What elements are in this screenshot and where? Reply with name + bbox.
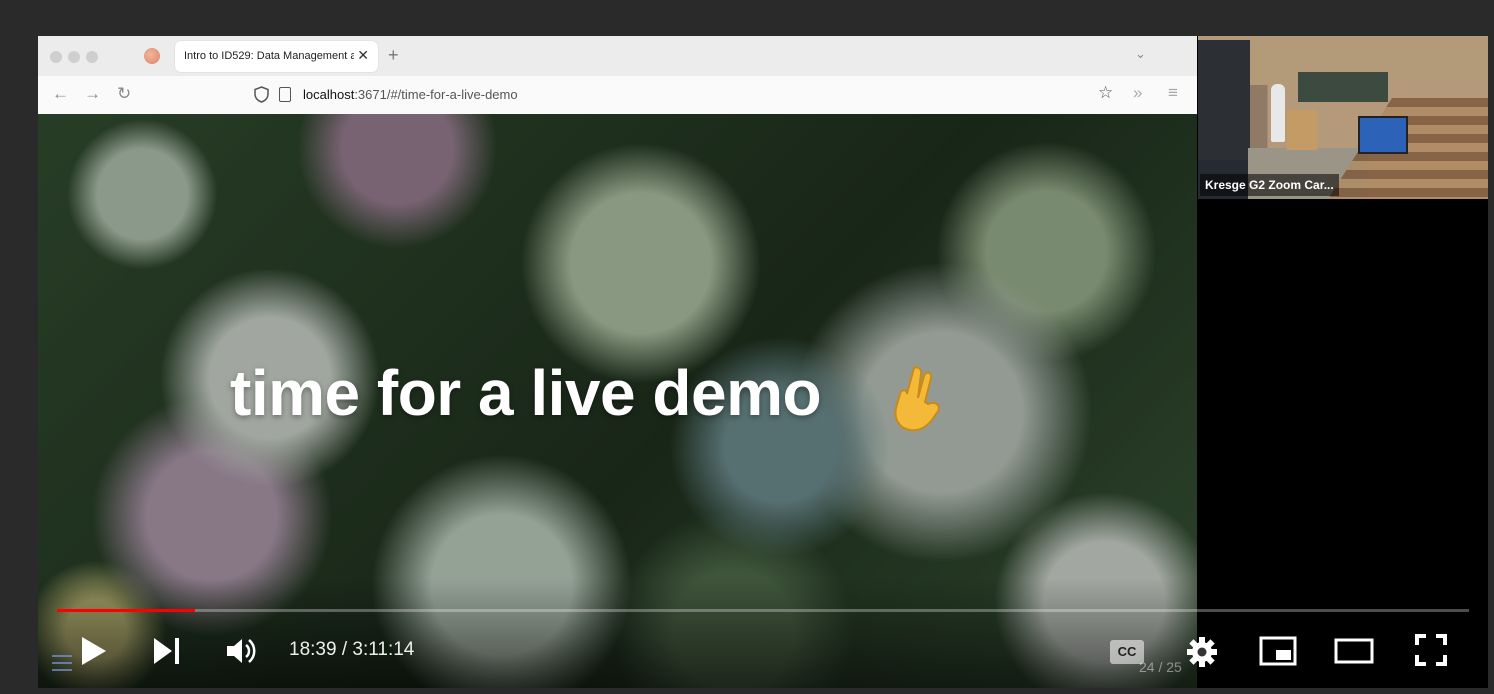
projection-screen xyxy=(1198,40,1250,160)
url-host: localhost xyxy=(303,87,355,102)
fullscreen-icon[interactable] xyxy=(1415,634,1447,671)
crossed-fingers-icon xyxy=(888,364,948,441)
tab-active[interactable]: Intro to ID529: Data Management ar ✕ xyxy=(175,41,378,72)
url-bar[interactable]: localhost:3671/#/time-for-a-live-demo xyxy=(303,87,518,102)
close-window-button[interactable] xyxy=(50,51,62,63)
progress-bar[interactable] xyxy=(57,609,1469,612)
volume-icon[interactable] xyxy=(226,637,260,670)
presenter-figure xyxy=(1271,84,1285,142)
monitor xyxy=(1358,116,1408,154)
tab-close-icon[interactable]: ✕ xyxy=(357,47,369,64)
camera-label: Kresge G2 Zoom Car... xyxy=(1200,174,1339,196)
video-player[interactable]: Intro to ID529: Data Management ar ✕ + ⌄… xyxy=(38,36,1488,688)
new-tab-button[interactable]: + xyxy=(388,45,399,66)
url-path: :3671/#/time-for-a-live-demo xyxy=(354,87,518,102)
play-icon[interactable] xyxy=(78,636,108,671)
tab-strip: Intro to ID529: Data Management ar ✕ + ⌄ xyxy=(38,36,1197,76)
time-display: 18:39 / 3:11:14 xyxy=(289,639,415,660)
shield-icon[interactable] xyxy=(254,86,269,108)
page-icon xyxy=(279,87,291,102)
back-icon[interactable]: ← xyxy=(52,84,69,104)
forward-icon[interactable]: → xyxy=(84,84,101,104)
list-tabs-icon[interactable]: ⌄ xyxy=(1135,46,1146,62)
miniplayer-icon[interactable] xyxy=(1259,636,1297,671)
settings-gear-icon[interactable] xyxy=(1186,636,1218,673)
firefox-view-icon[interactable] xyxy=(144,48,160,64)
tab-title: Intro to ID529: Data Management ar xyxy=(184,50,354,62)
podium xyxy=(1287,110,1317,150)
chalkboard xyxy=(1298,72,1388,102)
slide-title: time for a live demo xyxy=(230,357,822,429)
menu-icon[interactable]: ≡ xyxy=(1168,83,1178,103)
slide-menu-icon[interactable] xyxy=(52,655,72,676)
zoom-window-button[interactable] xyxy=(86,51,98,63)
next-icon[interactable] xyxy=(152,637,182,670)
theater-mode-icon[interactable] xyxy=(1334,638,1374,669)
overflow-chevron-icon[interactable]: » xyxy=(1133,83,1142,103)
minimize-window-button[interactable] xyxy=(68,51,80,63)
controls-gradient xyxy=(38,578,1488,688)
reload-icon[interactable]: ↻ xyxy=(117,84,131,104)
star-icon[interactable]: ☆ xyxy=(1098,83,1113,103)
nav-toolbar: ← → ↻ localhost:3671/#/time-for-a-live-d… xyxy=(38,76,1197,115)
camera-tile[interactable]: Kresge G2 Zoom Car... xyxy=(1198,36,1488,199)
progress-played xyxy=(57,609,195,612)
slide-counter: 24 / 25 xyxy=(1139,659,1182,675)
